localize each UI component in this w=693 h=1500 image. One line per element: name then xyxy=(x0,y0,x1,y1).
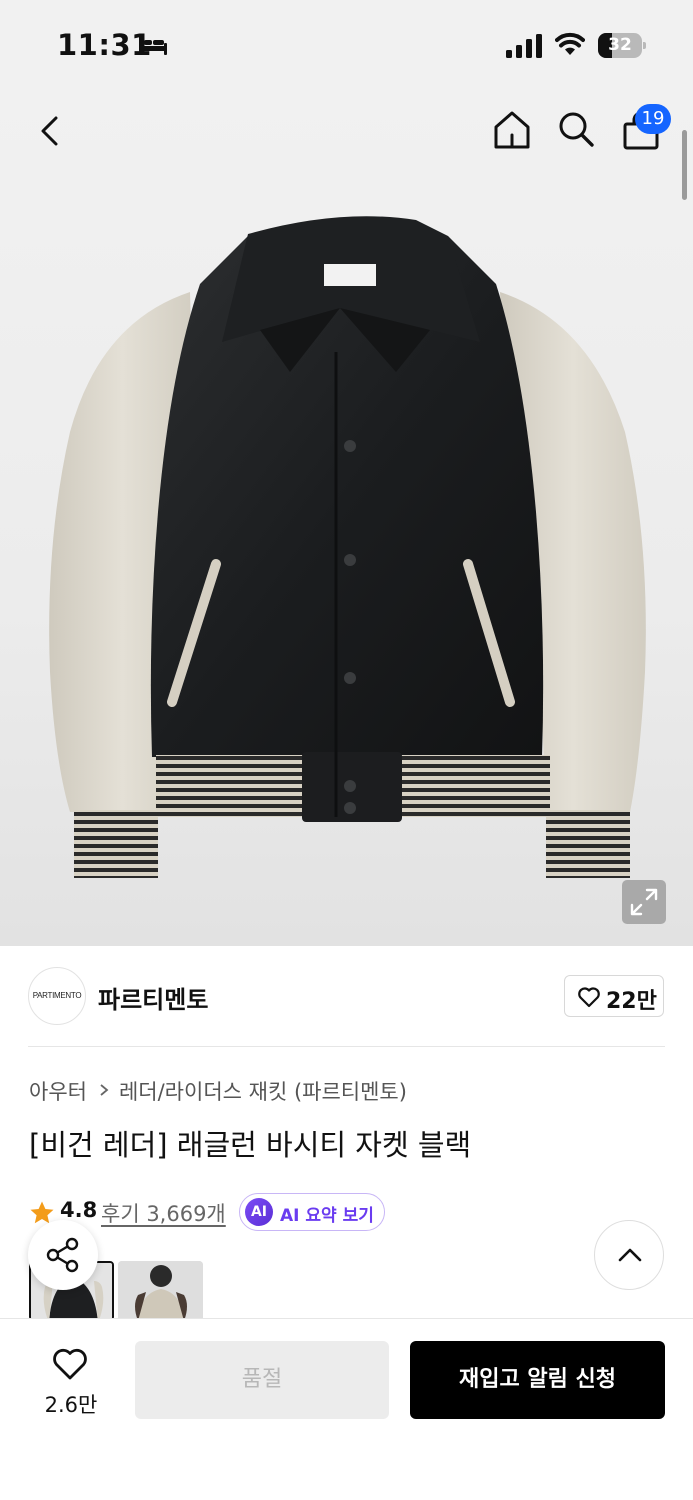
signal-icon xyxy=(506,34,542,58)
rating-value: 4.8 xyxy=(60,1198,98,1222)
battery-level: 32 xyxy=(608,35,632,55)
home-icon[interactable] xyxy=(490,108,534,152)
brand-row[interactable]: PARTIMENTO 파르티멘토 22만 xyxy=(28,966,665,1026)
breadcrumb: 아우터 레더/라이더스 재킷 (파르티멘토) xyxy=(29,1076,407,1106)
thumbnail-model-image xyxy=(118,1261,203,1321)
ai-summary-button[interactable]: AI AI 요약 보기 xyxy=(239,1193,385,1231)
chevron-right-icon xyxy=(100,1084,109,1096)
brand-like-button[interactable]: 22만 xyxy=(564,975,664,1017)
status-bar: 11:31 32 xyxy=(0,0,693,92)
bed-icon xyxy=(139,36,167,55)
ai-summary-label: AI 요약 보기 xyxy=(280,1206,374,1226)
review-link[interactable]: 후기 3,669개 xyxy=(101,1198,226,1228)
divider xyxy=(28,1046,665,1047)
scrollbar[interactable] xyxy=(682,130,687,200)
share-icon xyxy=(46,1237,79,1273)
brand-like-count: 22만 xyxy=(606,989,657,1014)
wishlist-count: 2.6만 xyxy=(44,1393,98,1417)
share-button[interactable] xyxy=(28,1220,98,1290)
breadcrumb-subcategory[interactable]: 레더/라이더스 재킷 (파르티멘토) xyxy=(119,1076,407,1106)
soldout-button[interactable]: 품절 xyxy=(135,1341,389,1419)
bottom-action-bar: 2.6만 품절 재입고 알림 신청 xyxy=(0,1318,693,1500)
search-icon[interactable] xyxy=(555,108,597,150)
thumbnail-model[interactable] xyxy=(118,1261,203,1321)
product-image xyxy=(49,216,646,878)
cart-count-badge: 19 xyxy=(635,104,671,134)
back-icon[interactable] xyxy=(30,110,72,152)
battery-cap xyxy=(643,42,646,49)
restock-alert-button[interactable]: 재입고 알림 신청 xyxy=(410,1341,665,1419)
heart-icon xyxy=(578,987,600,1008)
expand-icon[interactable] xyxy=(622,880,666,924)
wishlist-button[interactable]: 2.6만 xyxy=(30,1341,112,1421)
wifi-icon xyxy=(555,32,585,55)
product-image-area[interactable] xyxy=(0,92,693,946)
brand-name[interactable]: 파르티멘토 xyxy=(98,980,208,1015)
scroll-top-button[interactable] xyxy=(594,1220,664,1290)
heart-icon xyxy=(53,1348,87,1380)
breadcrumb-category[interactable]: 아우터 xyxy=(29,1076,87,1106)
product-title: [비건 레더] 래글런 바시티 자켓 블랙 xyxy=(29,1128,472,1162)
brand-logo[interactable]: PARTIMENTO xyxy=(28,967,86,1025)
ai-badge-icon: AI xyxy=(245,1198,273,1226)
battery-icon: 32 xyxy=(598,33,646,58)
chevron-up-icon xyxy=(618,1248,642,1262)
battery-body: 32 xyxy=(598,33,642,58)
